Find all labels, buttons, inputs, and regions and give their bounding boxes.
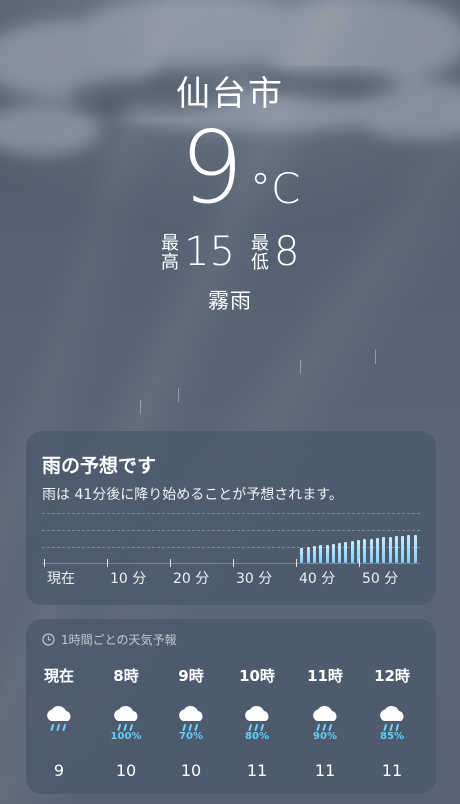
precipitation-bar [344,542,348,563]
low-value: 8 [274,229,300,275]
hourly-precip-chance: 90% [313,731,337,742]
precipitation-bar [388,536,392,563]
hourly-item: 10時 80% 11 [227,665,287,780]
hourly-item: 現在 9 [29,665,89,780]
hourly-item: 11時 90% 11 [295,665,355,780]
chart-axis [42,563,420,564]
precipitation-bar [363,539,367,563]
low-label: 最低 [251,233,269,273]
hourly-forecast-card[interactable]: 1時間ごとの天気予報 現在 9 8時 100% 10 9時 70% 10 10時 80% 1… [26,619,436,794]
hourly-time: 11時 [307,667,343,685]
rain-drop [140,400,141,414]
chart-tick [44,559,45,567]
chart-tick-label: 10 分 [110,571,147,587]
chart-tick-label: 50 分 [362,571,399,587]
precipitation-bar [338,542,342,563]
rain-drop [178,388,179,402]
precipitation-bar [382,536,386,563]
hourly-time: 8時 [113,667,139,685]
clock-icon [42,633,55,646]
hourly-precip-chance: 100% [110,731,142,742]
hourly-item: 12時 85% 11 [362,665,422,780]
temperature-unit: °C [250,164,301,213]
precipitation-bar [319,545,323,563]
precipitation-bar [394,536,398,563]
hourly-temperature: 10 [115,761,137,780]
high-label: 最高 [161,233,179,273]
chart-tick [170,559,171,567]
precipitation-bar [401,535,405,563]
hourly-time: 10時 [239,667,275,685]
hourly-temperature: 11 [314,761,336,780]
hourly-precip-chance: 85% [380,731,404,742]
high-low: 最高 15 最低 8 [0,232,460,276]
chart-tick [233,559,234,567]
grid-line [42,530,420,531]
precipitation-bar [312,546,316,563]
rain-drop [300,360,301,374]
chart-tick-label: 40 分 [299,571,336,587]
chart-tick [296,559,297,567]
precipitation-bar [413,534,417,563]
chart-tick-label: 現在 [47,571,75,587]
precipitation-description: 雨は 41分後に降り始めることが予想されます。 [42,487,343,503]
temperature-value: 9 [180,109,244,226]
current-temperature: 9 °C [0,118,460,228]
chart-tick [107,559,108,567]
hourly-temperature: 11 [381,761,403,780]
hourly-item: 8時 100% 10 [96,665,156,780]
high-value: 15 [184,229,235,275]
hourly-time: 12時 [374,667,410,685]
precipitation-bar [300,548,304,563]
hourly-time: 9時 [178,667,204,685]
precipitation-bar [331,543,335,563]
precipitation-card[interactable]: 雨の予想です 雨は 41分後に降り始めることが予想されます。 現在 10 分 20 … [26,431,436,605]
hourly-header: 1時間ごとの天気予報 [42,631,177,648]
hourly-precip-chance: 70% [179,731,203,742]
city-name: 仙台市 [176,74,284,114]
hourly-temperature: 11 [246,761,268,780]
chart-tick-label: 30 分 [236,571,273,587]
hourly-item: 9時 70% 10 [161,665,221,780]
condition: 霧雨 [208,289,252,313]
chart-tick-label: 20 分 [173,571,210,587]
hourly-temperature: 9 [53,761,65,780]
grid-line [42,513,420,514]
precipitation-title: 雨の予想です [42,455,157,477]
precipitation-bar [369,538,373,563]
chart-tick [359,559,360,567]
hourly-temperature: 10 [180,761,202,780]
precipitation-bar [375,537,379,563]
hourly-time: 現在 [43,667,74,685]
hourly-header-label: 1時間ごとの天気予報 [61,633,177,647]
precipitation-bar [350,541,354,563]
precipitation-bar [325,544,329,563]
rain-drop [375,350,376,364]
hourly-precip-chance: 80% [245,731,269,742]
precipitation-bar [407,535,411,563]
precipitation-bar [306,547,310,563]
